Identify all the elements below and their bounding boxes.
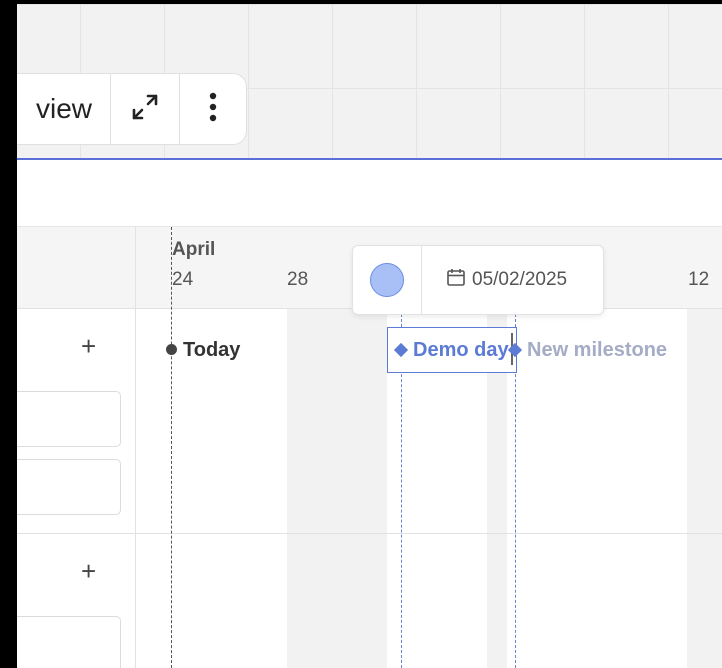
header-column-divider [135, 227, 136, 308]
new-milestone-label[interactable]: New milestone [527, 339, 667, 362]
add-item-button[interactable]: + [81, 331, 96, 362]
calendar-icon [446, 267, 472, 293]
demo-day-milestone[interactable]: Demo day [413, 339, 509, 362]
expand-arrows-icon [129, 91, 161, 128]
row-separator [17, 533, 722, 534]
row-header-column: + + [17, 309, 136, 668]
today-label: Today [183, 339, 241, 361]
vertical-ellipsis-icon [208, 91, 218, 128]
title-band [17, 160, 722, 226]
milestone-popover: 05/02/2025 [352, 245, 604, 315]
date-tick: 12 [688, 269, 710, 290]
add-item-button[interactable]: + [81, 556, 96, 587]
today-dot-icon [166, 344, 177, 355]
view-button[interactable]: view [17, 74, 111, 144]
row-item-card[interactable] [17, 391, 121, 447]
view-toolbar: view [17, 73, 247, 145]
app-window: view April 24 28 12 + + Today Demo day N… [17, 4, 722, 668]
expand-button[interactable] [111, 74, 180, 144]
color-picker-button[interactable] [353, 246, 422, 314]
today-marker-line [171, 227, 172, 668]
view-button-label: view [35, 93, 92, 124]
row-item-card[interactable] [17, 616, 121, 668]
month-label: April [172, 239, 216, 260]
date-tick: 28 [287, 269, 309, 290]
date-tick: 24 [172, 269, 194, 290]
timeline-body: + + Today Demo day New milestone [17, 227, 722, 668]
milestone-date: 05/02/2025 [472, 269, 568, 290]
weekend-shading [287, 309, 387, 668]
more-options-button[interactable] [180, 74, 246, 144]
row-item-card[interactable] [17, 459, 121, 515]
weekend-shading [687, 309, 722, 668]
date-picker-button[interactable]: 05/02/2025 [422, 267, 567, 293]
color-swatch [370, 263, 404, 297]
